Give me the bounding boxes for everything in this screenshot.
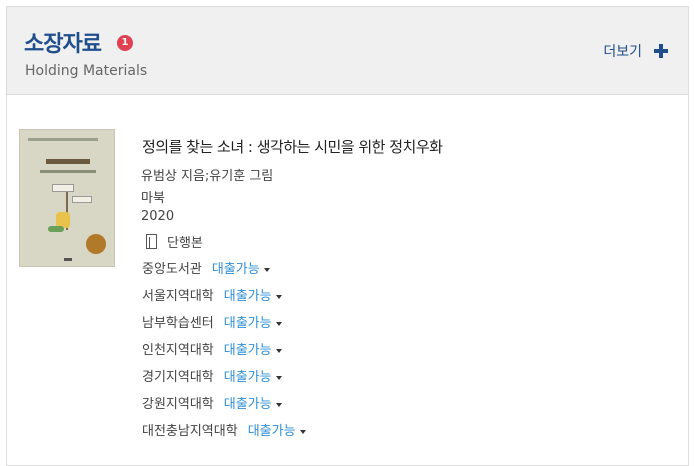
status-label: 대출가능 [211, 262, 260, 277]
caret-down-icon [275, 321, 282, 326]
book-title[interactable]: 정의를 찾는 소녀 : 생각하는 시민을 위한 정치우화 [142, 136, 443, 157]
book-cover[interactable] [19, 129, 115, 267]
status-label: 대출가능 [223, 343, 272, 358]
caret-down-icon [275, 402, 282, 407]
library-name: 중앙도서관 [142, 262, 202, 277]
format-label: 단행본 [167, 236, 203, 251]
status-dropdown[interactable]: 대출가능 [224, 316, 282, 331]
status-dropdown[interactable]: 대출가능 [224, 370, 282, 385]
panel-header: 소장자료 1 Holding Materials 더보기 [7, 7, 688, 95]
cover-art [48, 226, 64, 232]
cover-art [46, 159, 90, 164]
caret-down-icon [275, 294, 282, 299]
caret-down-icon [275, 348, 282, 353]
cover-art [40, 170, 96, 173]
holding-row: 대전충남지역대학 대출가능 [142, 420, 306, 440]
holding-row: 강원지역대학 대출가능 [142, 393, 282, 413]
library-name: 남부학습센터 [142, 316, 214, 331]
holding-row: 남부학습센터 대출가능 [142, 312, 282, 332]
book-icon [146, 234, 157, 249]
library-name: 인천지역대학 [142, 343, 214, 358]
book-year: 2020 [141, 209, 175, 224]
status-dropdown[interactable]: 대출가능 [212, 262, 270, 277]
status-label: 대출가능 [247, 424, 296, 439]
caret-down-icon [263, 267, 270, 272]
caret-down-icon [275, 375, 282, 380]
status-label: 대출가능 [223, 370, 272, 385]
caret-down-icon [299, 429, 306, 434]
holding-row: 중앙도서관 대출가능 [142, 258, 270, 278]
status-dropdown[interactable]: 대출가능 [224, 289, 282, 304]
book-publisher: 마북 [141, 191, 165, 206]
count-badge: 1 [117, 35, 133, 51]
library-name: 서울지역대학 [142, 289, 214, 304]
cover-art [52, 184, 74, 192]
library-name: 경기지역대학 [142, 370, 214, 385]
library-name: 강원지역대학 [142, 397, 214, 412]
status-label: 대출가능 [223, 289, 272, 304]
book-format: 단행본 [146, 232, 203, 251]
plus-icon [654, 44, 668, 58]
more-label: 더보기 [603, 44, 642, 60]
holding-row: 인천지역대학 대출가능 [142, 339, 282, 359]
section-subtitle: Holding Materials [25, 63, 148, 79]
book-author: 유범상 지음;유기훈 그림 [141, 169, 274, 184]
holding-row: 경기지역대학 대출가능 [142, 366, 282, 386]
cover-seal-icon [86, 234, 106, 254]
holding-row: 서울지역대학 대출가능 [142, 285, 282, 305]
cover-art [64, 258, 72, 261]
status-label: 대출가능 [223, 397, 272, 412]
cover-art [28, 138, 98, 141]
more-button[interactable]: 더보기 [603, 41, 668, 61]
section-title: 소장자료 [24, 32, 102, 57]
status-dropdown[interactable]: 대출가능 [224, 343, 282, 358]
cover-art [72, 196, 92, 203]
status-label: 대출가능 [223, 316, 272, 331]
status-dropdown[interactable]: 대출가능 [248, 424, 306, 439]
status-dropdown[interactable]: 대출가능 [224, 397, 282, 412]
library-name: 대전충남지역대학 [142, 424, 238, 439]
